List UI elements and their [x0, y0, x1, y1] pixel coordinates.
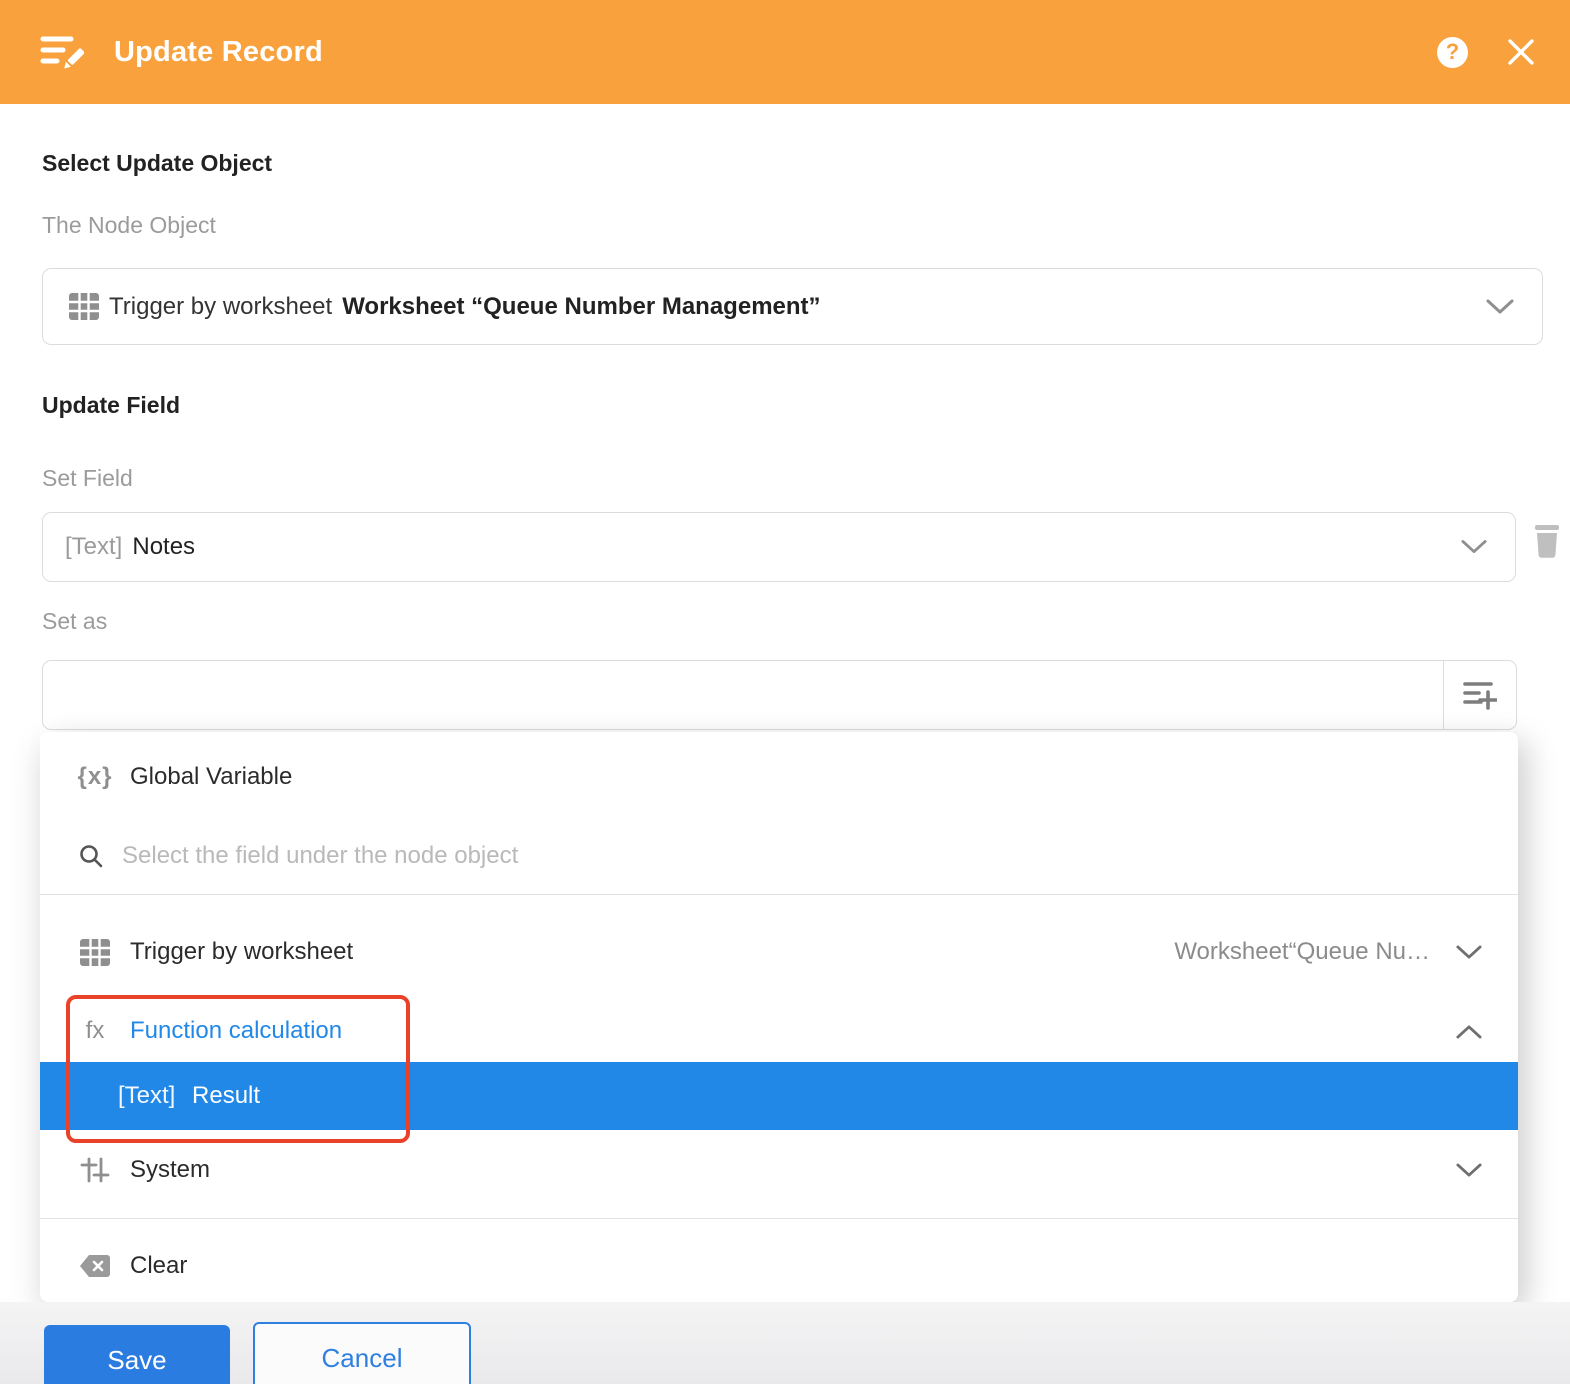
menu-item-label: Result [192, 1082, 260, 1109]
set-as-field [42, 660, 1517, 730]
field-search-input[interactable] [120, 841, 1518, 871]
update-record-dialog: Update Record ? Select Update Object The… [0, 0, 1570, 1384]
set-field-type: [Text] [65, 533, 122, 561]
search-icon [78, 843, 104, 869]
result-type: [Text] [118, 1082, 175, 1109]
menu-item-function-calculation[interactable]: fx Function calculation [40, 1000, 1518, 1062]
delete-field-trash-icon[interactable] [1532, 524, 1562, 558]
menu-item-trigger-by-worksheet[interactable]: Trigger by worksheet Worksheet“Queue Nu… [40, 904, 1518, 1000]
menu-item-label: Global Variable [130, 763, 292, 791]
node-object-label: The Node Object [42, 212, 216, 239]
chevron-down-icon [1456, 1163, 1482, 1178]
menu-divider [40, 1218, 1518, 1219]
menu-item-label: System [130, 1156, 210, 1184]
node-object-prefix: Trigger by worksheet [109, 293, 332, 321]
set-field-label: Set Field [42, 465, 133, 492]
function-fx-icon: fx [78, 1017, 112, 1045]
menu-item-result-selected[interactable]: [Text] Result [40, 1062, 1518, 1130]
close-icon[interactable] [1506, 37, 1536, 67]
menu-item-label: Trigger by worksheet [130, 938, 353, 966]
worksheet-grid-icon [69, 293, 99, 320]
menu-item-global-variable[interactable]: {x} Global Variable [40, 744, 1518, 810]
menu-item-clear[interactable]: Clear [40, 1230, 1518, 1302]
dialog-title: Update Record [114, 36, 323, 69]
system-sliders-icon [78, 1156, 112, 1184]
worksheet-grid-icon [78, 939, 112, 966]
dialog-footer [0, 1302, 1570, 1384]
chevron-down-icon [1456, 945, 1482, 960]
chevron-down-icon [1461, 540, 1487, 555]
set-as-label: Set as [42, 608, 107, 635]
node-object-select[interactable]: Trigger by worksheet Worksheet “Queue Nu… [42, 268, 1543, 345]
node-object-value: Worksheet “Queue Number Management” [342, 293, 820, 321]
dialog-header: Update Record ? [0, 0, 1570, 104]
menu-item-system[interactable]: System [40, 1132, 1518, 1208]
field-picker-dropdown: {x} Global Variable Trigger by worksheet [40, 732, 1518, 1302]
set-as-input[interactable] [43, 661, 1443, 729]
help-icon[interactable]: ? [1437, 37, 1468, 68]
menu-item-label: Function calculation [130, 1017, 342, 1045]
save-button[interactable]: Save [44, 1325, 230, 1384]
trigger-worksheet-value: Worksheet“Queue Nu… [1174, 938, 1430, 966]
field-search-row [40, 818, 1518, 895]
add-dynamic-value-button[interactable] [1443, 661, 1516, 729]
chevron-up-icon [1456, 1024, 1482, 1039]
chevron-down-icon [1486, 299, 1514, 315]
cancel-button[interactable]: Cancel [253, 1322, 471, 1384]
section-select-update-object: Select Update Object [42, 150, 272, 177]
add-list-icon [1463, 680, 1497, 710]
set-field-select[interactable]: [Text] Notes [42, 512, 1516, 582]
section-update-field: Update Field [42, 392, 180, 419]
global-variable-icon: {x} [78, 763, 112, 791]
clear-backspace-icon [78, 1254, 112, 1278]
edit-record-icon [40, 32, 84, 72]
menu-item-label: Clear [130, 1252, 187, 1280]
set-field-value: Notes [132, 533, 195, 561]
